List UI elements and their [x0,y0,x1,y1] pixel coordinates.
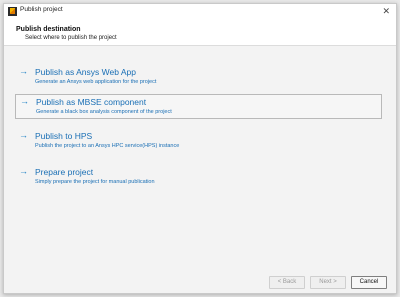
arrow-right-icon: → [20,96,29,106]
cancel-button[interactable]: Cancel [351,276,387,289]
option-title: Publish to HPS [35,131,93,141]
dialog-header: Publish destination Select where to publ… [4,19,396,46]
next-button[interactable]: Next > [310,276,346,289]
option-publish-mbse[interactable]: → Publish as MBSE component Generate a b… [15,94,382,119]
header-title: Publish destination [16,26,81,33]
title-bar: Publish project ✕ [4,4,396,19]
option-title: Publish as MBSE component [36,97,147,107]
arrow-right-icon: → [19,66,28,76]
close-icon[interactable]: ✕ [382,5,390,17]
arrow-right-icon: → [19,130,28,140]
publish-project-dialog: Publish project ✕ Publish destination Se… [3,3,397,294]
back-button[interactable]: < Back [269,276,305,289]
option-description: Simply prepare the project for manual pu… [35,179,155,185]
option-description: Publish the project to an Ansys HPC serv… [35,143,180,149]
option-description: Generate a black box analysis component … [36,109,172,115]
window-title: Publish project [20,6,63,13]
option-prepare-project[interactable]: → Prepare project Simply prepare the pro… [15,165,382,190]
option-publish-hps[interactable]: → Publish to HPS Publish the project to … [15,129,382,154]
app-logo-icon [8,7,17,16]
header-subtitle: Select where to publish the project [25,35,117,41]
option-title: Publish as Ansys Web App [35,67,136,77]
option-publish-web-app[interactable]: → Publish as Ansys Web App Generate an A… [15,65,382,90]
arrow-right-icon: → [19,166,28,176]
option-title: Prepare project [35,167,94,177]
option-description: Generate an Ansys web application for th… [35,79,157,85]
